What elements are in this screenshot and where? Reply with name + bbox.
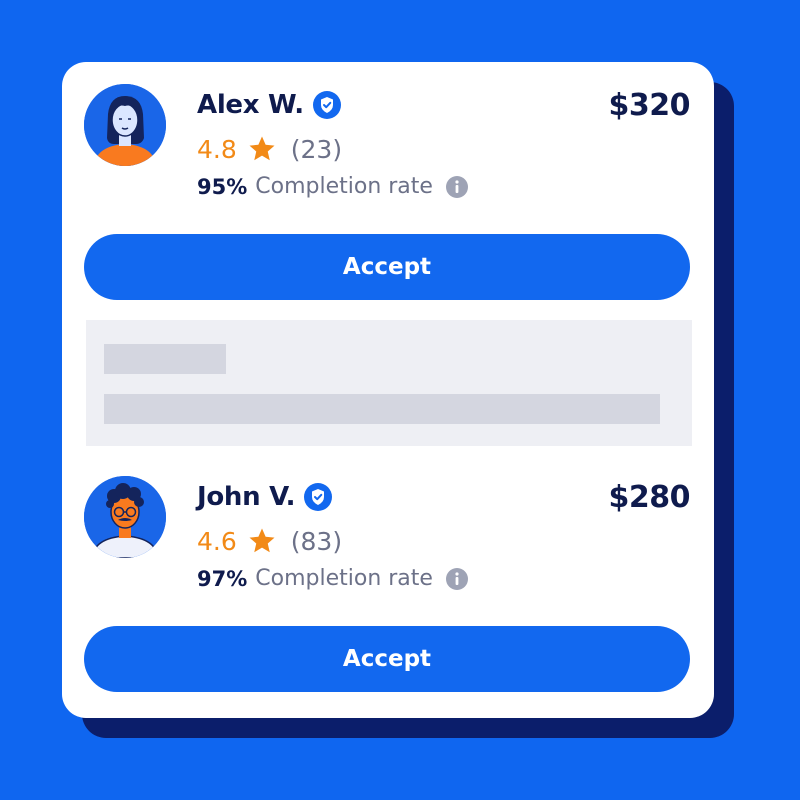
name-row: John V.: [197, 482, 333, 512]
rating-value: 4.8: [197, 134, 237, 164]
star-icon: [249, 136, 275, 161]
loading-skeleton: [86, 320, 692, 446]
provider-name: Alex W.: [197, 90, 304, 120]
completion-percent: 97%: [197, 566, 248, 591]
provider-name: John V.: [197, 482, 296, 512]
accept-button[interactable]: Accept: [84, 626, 690, 692]
name-row: Alex W.: [197, 90, 342, 120]
review-count: (83): [290, 526, 343, 556]
completion-label: Completion rate: [255, 174, 433, 199]
review-count: (23): [290, 134, 343, 164]
star-icon: [249, 528, 275, 553]
skeleton-bar: [104, 394, 660, 424]
verified-badge-icon: [304, 483, 333, 511]
info-icon[interactable]: [445, 567, 469, 591]
info-icon[interactable]: [445, 175, 469, 199]
completion-row: 97% Completion rate: [197, 566, 469, 591]
stage: Alex W. $320 4.8 (23) 95% Completion rat…: [0, 0, 800, 800]
verified-badge-icon: [312, 91, 341, 119]
completion-label: Completion rate: [255, 566, 433, 591]
avatar: [84, 84, 166, 166]
offer-price: $320: [608, 88, 691, 123]
completion-percent: 95%: [197, 174, 248, 199]
offer-john: John V. $280 4.6 (83) 97% Completion rat…: [62, 454, 714, 694]
rating-value: 4.6: [197, 526, 237, 556]
offer-price: $280: [608, 480, 691, 515]
rating-row: 4.6 (83): [197, 526, 342, 556]
rating-row: 4.8 (23): [197, 134, 342, 164]
avatar: [84, 476, 166, 558]
offer-alex: Alex W. $320 4.8 (23) 95% Completion rat…: [62, 62, 714, 302]
completion-row: 95% Completion rate: [197, 174, 469, 199]
offers-card: Alex W. $320 4.8 (23) 95% Completion rat…: [62, 62, 714, 718]
accept-button[interactable]: Accept: [84, 234, 690, 300]
skeleton-bar: [104, 344, 226, 374]
